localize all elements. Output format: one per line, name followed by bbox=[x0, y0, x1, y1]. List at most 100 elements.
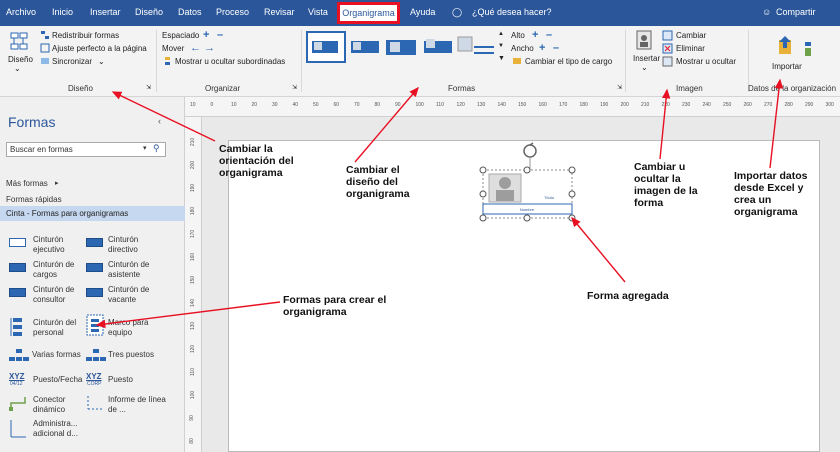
ruler-tick-label: 250 bbox=[723, 102, 732, 108]
mostrar-ocultar-imagen-button[interactable]: Mostrar u ocultar bbox=[676, 57, 736, 66]
collapse-panel-icon[interactable]: ‹ bbox=[158, 116, 161, 126]
ruler-tick-label: 120 bbox=[456, 102, 465, 108]
menu-datos[interactable]: Datos bbox=[178, 7, 202, 17]
gallery-down-icon[interactable]: ▼ bbox=[498, 43, 504, 49]
insertar-imagen-button[interactable]: Insertar bbox=[633, 54, 660, 63]
ruler-tick-label: 130 bbox=[190, 321, 197, 331]
layout-icon[interactable] bbox=[10, 32, 28, 52]
xyz-date-icon: XYZ 04/12 bbox=[9, 372, 29, 387]
formas-rapidas-link[interactable]: Formas rápidas bbox=[6, 195, 62, 204]
cambiar-tipo-cargo-button[interactable]: Cambiar el tipo de cargo bbox=[525, 57, 612, 66]
ruler-tick-label: 150 bbox=[190, 275, 197, 285]
diseno-button[interactable]: Diseño bbox=[8, 55, 33, 64]
dialog-launcher-icon[interactable]: ⇲ bbox=[146, 84, 151, 91]
search-icon[interactable]: ⚲ bbox=[153, 143, 160, 154]
ruler-tick-label: 210 bbox=[190, 137, 197, 147]
menu-organigrama[interactable]: Organigrama bbox=[337, 2, 400, 24]
annotation-imagen: Cambiar u ocultar la imagen de la forma bbox=[634, 161, 698, 209]
shape-cinturon-asistente[interactable]: Cinturón de asistente bbox=[108, 260, 168, 280]
shape-cinturon-personal[interactable]: Cinturón del personal bbox=[33, 318, 81, 338]
mostrar-ocultar-subordinadas-button[interactable]: Mostrar u ocultar subordinadas bbox=[175, 57, 285, 66]
xyz-sub-text: CORP bbox=[87, 381, 102, 387]
shape-style-gallery[interactable] bbox=[306, 31, 496, 69]
ruler-tick-label: 0 bbox=[210, 102, 214, 108]
plus-icon[interactable]: + bbox=[539, 42, 545, 54]
chevron-down-icon: ⌄ bbox=[98, 57, 105, 66]
belt-vacant-icon bbox=[86, 288, 103, 297]
insert-picture-icon[interactable] bbox=[636, 30, 652, 50]
eliminar-imagen-button[interactable]: Eliminar bbox=[676, 44, 705, 53]
cambiar-imagen-button[interactable]: Cambiar bbox=[676, 31, 706, 40]
ruler-tick-label: 110 bbox=[436, 102, 444, 108]
shape-tres-puestos[interactable]: Tres puestos bbox=[108, 350, 154, 359]
menu-revisar[interactable]: Revisar bbox=[264, 7, 295, 17]
minus-icon[interactable]: – bbox=[553, 42, 559, 54]
gallery-up-icon[interactable]: ▲ bbox=[498, 31, 504, 37]
ruler-tick-label: 270 bbox=[764, 102, 773, 108]
multiple-shapes-icon bbox=[9, 349, 29, 361]
sincronizar-button[interactable]: Sincronizar bbox=[52, 57, 92, 66]
stencil-header[interactable]: Cinta - Formas para organigramas bbox=[0, 206, 185, 221]
minus-icon[interactable]: – bbox=[217, 29, 223, 41]
menu-proceso[interactable]: Proceso bbox=[216, 7, 249, 17]
shape-conector-dinamico[interactable]: Conector dinámico bbox=[33, 395, 81, 415]
arrow-left-icon[interactable]: ← bbox=[190, 42, 201, 54]
share-button[interactable]: Compartir bbox=[776, 7, 816, 17]
group-label-datos: Datos de la organización bbox=[748, 84, 837, 93]
ruler-tick-label: 200 bbox=[190, 160, 197, 170]
menu-vista[interactable]: Vista bbox=[308, 7, 328, 17]
shape-cinturon-vacante[interactable]: Cinturón de vacante bbox=[108, 285, 168, 305]
ruler-tick-label: 190 bbox=[600, 102, 609, 108]
group-label-organizar: Organizar bbox=[205, 84, 241, 93]
shape-cinturon-directivo[interactable]: Cinturón directivo bbox=[108, 235, 168, 255]
plus-icon[interactable]: + bbox=[203, 29, 209, 41]
menu-archivo[interactable]: Archivo bbox=[6, 7, 36, 17]
alto-label: Alto bbox=[511, 31, 525, 40]
ajuste-button[interactable]: Ajuste perfecto a la página bbox=[52, 44, 147, 53]
tell-me-input[interactable]: ¿Qué desea hacer? bbox=[472, 7, 552, 17]
added-org-shape[interactable]: Título Nombre bbox=[475, 139, 585, 224]
ruler-tick-label: 260 bbox=[743, 102, 752, 108]
ruler-tick-label: 40 bbox=[292, 102, 299, 108]
shape-cinturon-consultor[interactable]: Cinturón de consultor bbox=[33, 285, 81, 305]
annotation-diseno: Cambiar el diseño del organigrama bbox=[346, 164, 410, 200]
shape-puesto-fecha[interactable]: Puesto/Fecha bbox=[33, 375, 82, 384]
menu-diseno[interactable]: Diseño bbox=[135, 7, 163, 17]
plus-icon[interactable]: + bbox=[532, 29, 538, 41]
shape-cinturon-cargos[interactable]: Cinturón de cargos bbox=[33, 260, 81, 280]
ruler-tick-label: 130 bbox=[477, 102, 486, 108]
shape-marco-para-equipo[interactable]: Marco para equipo bbox=[108, 318, 168, 338]
ruler-tick-label: 70 bbox=[354, 102, 360, 108]
stencil-label: Cinta - Formas para organigramas bbox=[6, 209, 129, 218]
search-shapes-input[interactable]: Buscar en formas ▾ ⚲ bbox=[6, 142, 166, 157]
shape-administrativo-adicional[interactable]: Administra... adicional d... bbox=[33, 419, 93, 439]
shape-cinturon-ejecutivo[interactable]: Cinturón ejecutivo bbox=[33, 235, 81, 255]
shape-varias-formas[interactable]: Varias formas bbox=[32, 350, 81, 359]
ruler-tick-label: 220 bbox=[661, 102, 670, 108]
lightbulb-icon: ◯ bbox=[452, 7, 463, 17]
mas-formas-link[interactable]: Más formas bbox=[6, 179, 48, 188]
xyz-sub-text: 04/12 bbox=[10, 381, 23, 387]
delete-picture-icon bbox=[662, 43, 673, 54]
horizontal-ruler: 10 0 10 20 30 40 50 60 70 80 90 100 110 120 130 140 150 1… bbox=[185, 97, 840, 117]
menu-ayuda[interactable]: Ayuda bbox=[410, 7, 435, 17]
search-dropdown-icon[interactable]: ▾ bbox=[143, 144, 147, 152]
ruler-tick-label: 170 bbox=[190, 229, 197, 239]
dialog-launcher-icon[interactable]: ⇲ bbox=[617, 84, 622, 91]
import-data-icon[interactable] bbox=[777, 34, 817, 58]
xyz-position-icon: XYZ CORP bbox=[86, 372, 106, 387]
redistribuir-button[interactable]: Redistribuir formas bbox=[52, 31, 119, 40]
shape-informe-linea[interactable]: Informe de línea de ... bbox=[108, 395, 168, 415]
arrow-right-icon[interactable]: → bbox=[204, 42, 215, 54]
dialog-launcher-icon[interactable]: ⇲ bbox=[292, 84, 297, 91]
minus-icon[interactable]: – bbox=[546, 29, 552, 41]
ribbon: Diseño ⌄ Redistribuir formas Ajuste perf… bbox=[0, 26, 840, 97]
menu-inicio[interactable]: Inicio bbox=[52, 7, 73, 17]
importar-button[interactable]: Importar bbox=[772, 62, 802, 71]
ruler-tick-label: 150 bbox=[518, 102, 527, 108]
rotate-handle-icon bbox=[523, 144, 537, 158]
menu-insertar[interactable]: Insertar bbox=[90, 7, 121, 17]
shape-puesto[interactable]: Puesto bbox=[108, 375, 133, 384]
change-picture-icon bbox=[662, 30, 673, 41]
gallery-more-icon[interactable]: ▼ bbox=[498, 55, 505, 62]
